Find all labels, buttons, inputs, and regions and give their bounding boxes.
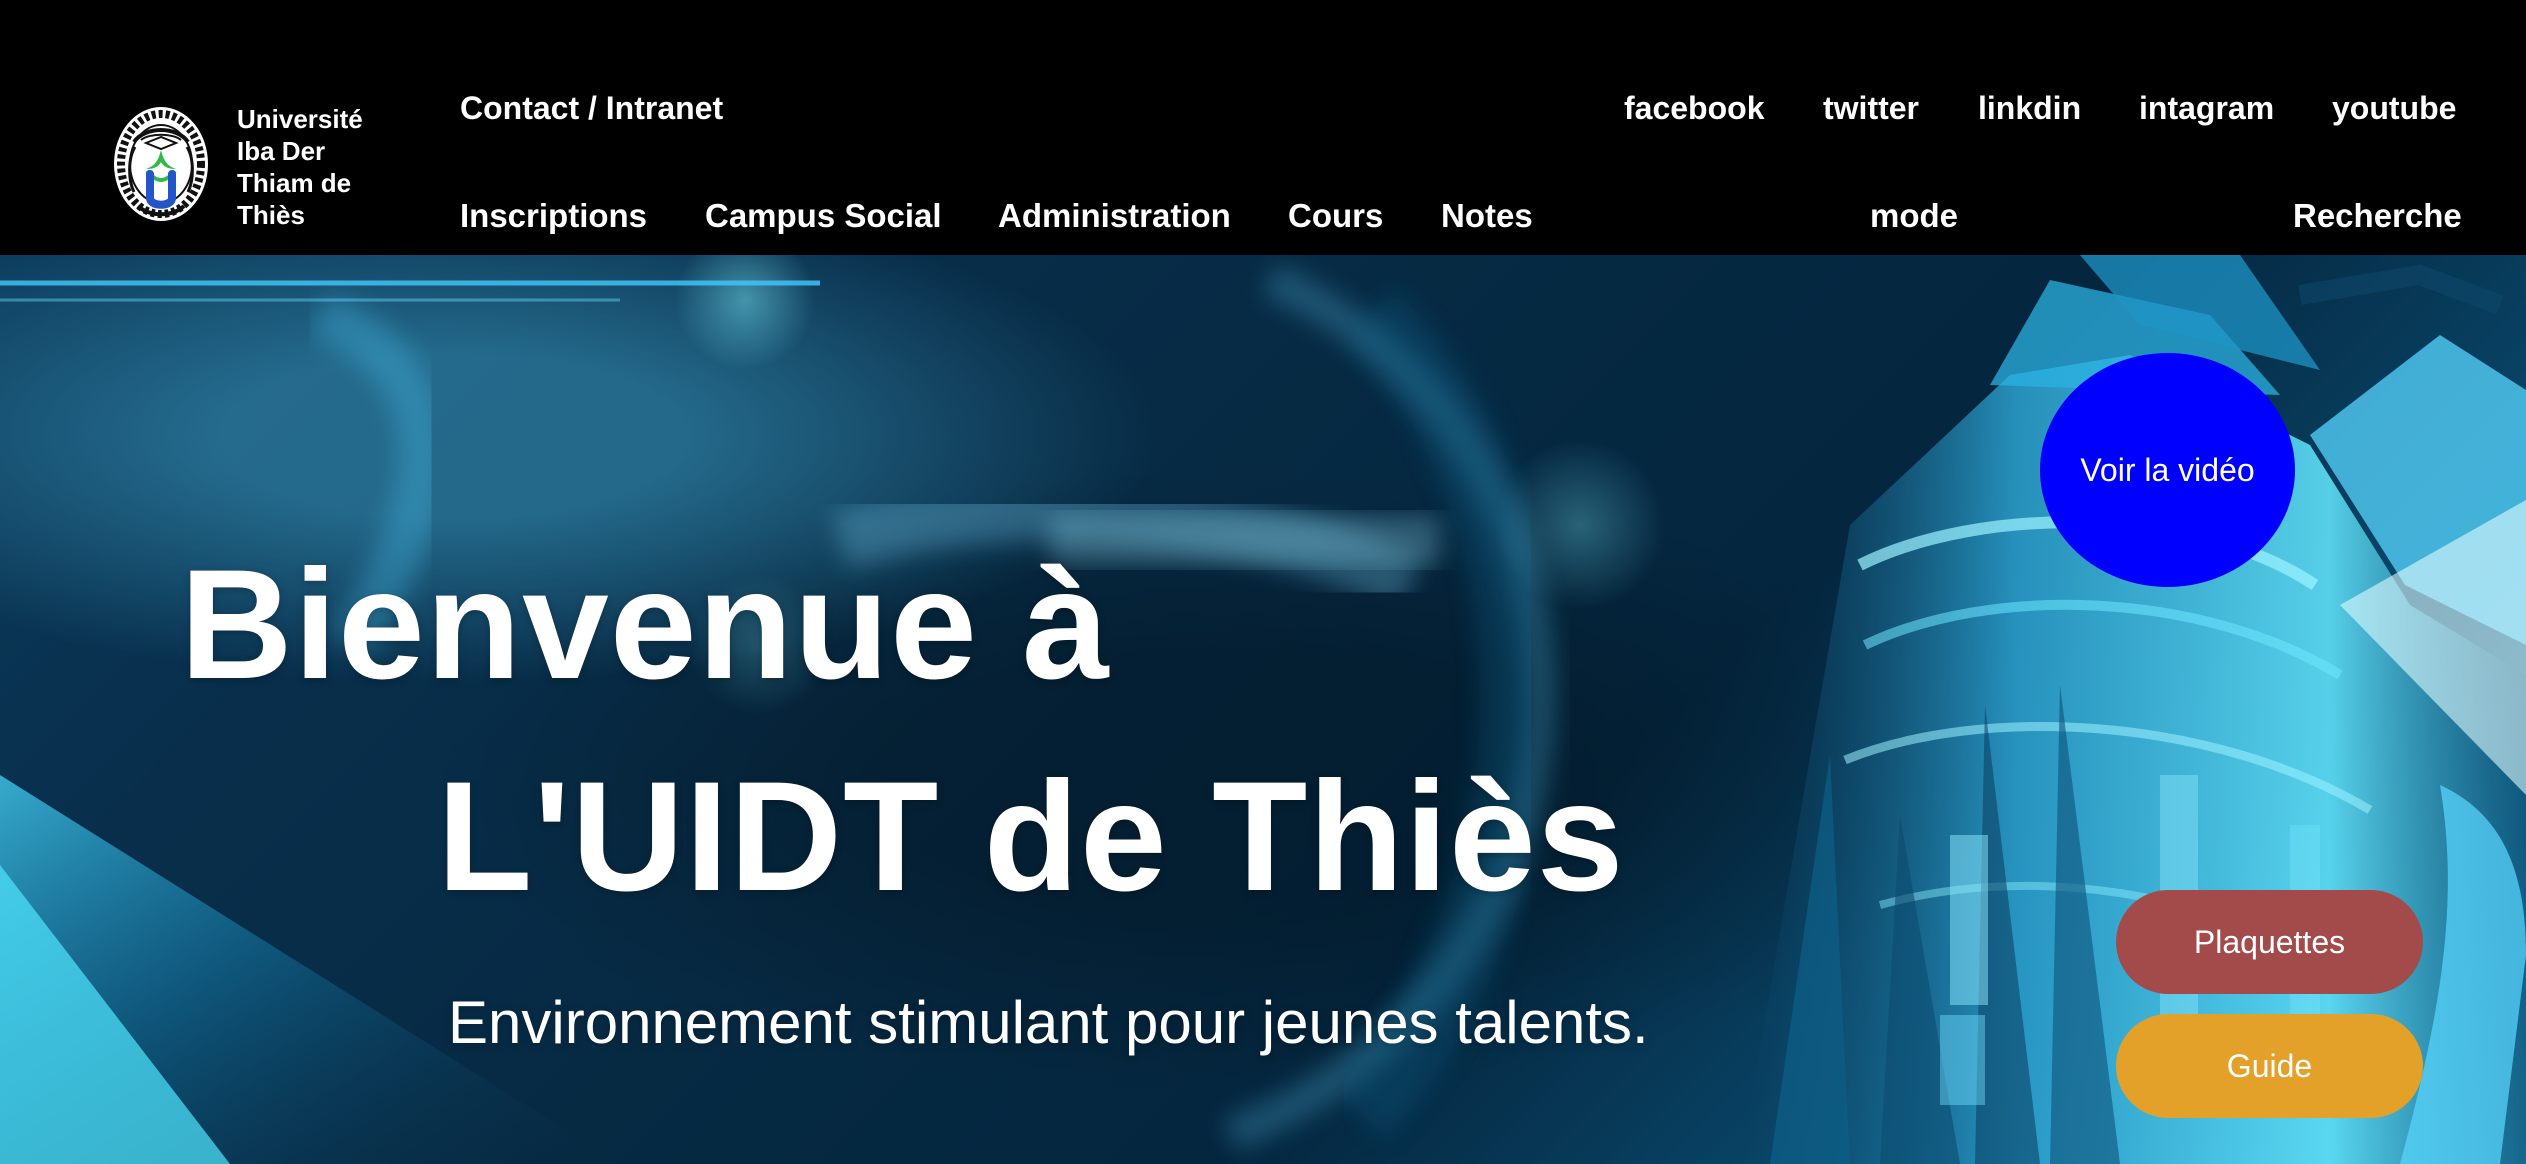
nav-mode[interactable]: mode: [1870, 196, 1958, 236]
guide-button[interactable]: Guide: [2116, 1014, 2423, 1118]
university-logo[interactable]: [110, 102, 212, 226]
university-seal-logo: [114, 107, 208, 221]
hero-title-line-2: L'UIDT de Thiès: [437, 749, 1625, 924]
university-name: Université Iba Der Thiam de Thiès: [237, 104, 363, 230]
site-header: Université Iba Der Thiam de Thiès Contac…: [0, 0, 2526, 255]
hero-title-line-1: Bienvenue à: [180, 537, 1111, 712]
homepage: Université Iba Der Thiam de Thiès Contac…: [0, 0, 2526, 1164]
social-link-twitter[interactable]: twitter: [1823, 88, 1919, 128]
nav-campus-social[interactable]: Campus Social: [705, 196, 942, 236]
contact-intranet-link[interactable]: Contact / Intranet: [460, 88, 723, 128]
watch-video-button[interactable]: Voir la vidéo: [2040, 353, 2295, 587]
nav-notes[interactable]: Notes: [1441, 196, 1533, 236]
plaquettes-button[interactable]: Plaquettes: [2116, 890, 2423, 994]
nav-inscriptions[interactable]: Inscriptions: [460, 196, 647, 236]
nav-cours[interactable]: Cours: [1288, 196, 1383, 236]
hero-subtitle: Environnement stimulant pour jeunes tale…: [448, 989, 1649, 1056]
social-link-linkedin[interactable]: linkdin: [1978, 88, 2081, 128]
nav-recherche[interactable]: Recherche: [2293, 196, 2462, 236]
social-link-youtube[interactable]: youtube: [2332, 88, 2456, 128]
hero-section: Bienvenue à L'UIDT de Thiès Environnemen…: [0, 255, 2526, 1164]
social-link-facebook[interactable]: facebook: [1624, 88, 1764, 128]
social-link-instagram[interactable]: intagram: [2139, 88, 2274, 128]
nav-administration[interactable]: Administration: [998, 196, 1231, 236]
